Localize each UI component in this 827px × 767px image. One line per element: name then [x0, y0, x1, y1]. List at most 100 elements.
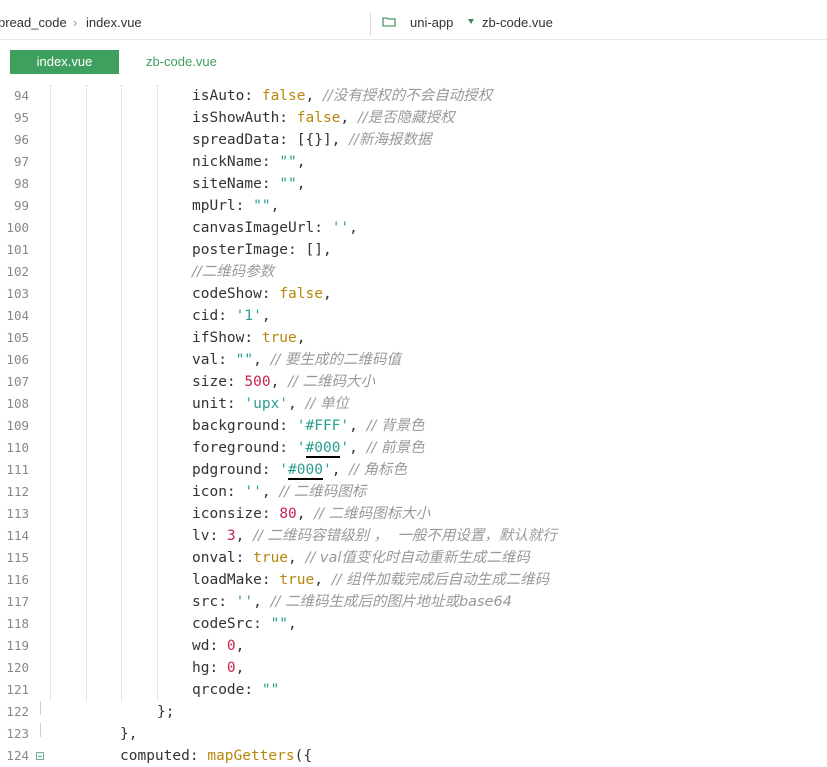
line-number: 117 [6, 594, 29, 609]
code-line[interactable]: 103 codeShow: false, [0, 283, 827, 305]
code-token: , [296, 330, 306, 346]
line-number: 124 [6, 748, 29, 763]
code-token: 'upx' [244, 396, 289, 412]
folder-icon [382, 17, 396, 27]
code-line[interactable]: 115 onval: true, // val值变化时自动重新生成二维码 [0, 547, 827, 569]
code-text: onval: true, // val值变化时自动重新生成二维码 [192, 547, 530, 569]
code-token: src: [192, 594, 236, 610]
code-line[interactable]: 112 icon: '', // 二维码图标 [0, 481, 827, 503]
code-line[interactable]: 104 cid: '1', [0, 305, 827, 327]
code-token: , [296, 506, 315, 522]
code-text: src: '', // 二维码生成后的图片地址或base64 [192, 591, 512, 613]
line-number: 94 [13, 88, 29, 103]
code-line[interactable]: 118 codeSrc: "", [0, 613, 827, 635]
tab-index-vue[interactable]: index.vue [10, 50, 119, 74]
code-token: #000 [305, 440, 341, 458]
dropdown-icon[interactable] [468, 19, 474, 24]
code-line[interactable]: 117 src: '', // 二维码生成后的图片地址或base64 [0, 591, 827, 613]
code-token: 0 [226, 660, 236, 676]
line-number: 118 [6, 616, 29, 631]
code-token: , [235, 528, 254, 544]
code-line[interactable]: 120 hg: 0, [0, 657, 827, 679]
code-editor[interactable]: 94 isAuto: false, //没有授权的不会自动授权 95 isShowAu… [0, 85, 827, 766]
code-line[interactable]: 101 posterImage: [], [0, 239, 827, 261]
code-token: loadMake: [192, 572, 280, 588]
code-line[interactable]: 109 background: '#FFF', // 背景色 [0, 415, 827, 437]
code-token: codeShow: [192, 286, 280, 302]
line-number: 113 [6, 506, 29, 521]
line-number: 98 [13, 176, 29, 191]
breadcrumb-separator: › [73, 15, 78, 30]
code-line[interactable]: 123}, [0, 723, 827, 745]
code-token: , [349, 440, 367, 456]
code-line[interactable]: 107 size: 500, // 二维码大小 [0, 371, 827, 393]
line-number: 99 [13, 198, 29, 213]
code-line[interactable]: 96 spreadData: [{}], //新海报数据 [0, 129, 827, 151]
code-line[interactable]: 100 canvasImageUrl: '', [0, 217, 827, 239]
code-text: posterImage: [], [192, 239, 332, 261]
code-line[interactable]: 105 ifShow: true, [0, 327, 827, 349]
code-token: , [349, 220, 358, 236]
indent-guide [50, 85, 51, 701]
code-text: iconsize: 80, // 二维码图标大小 [192, 503, 430, 525]
code-line[interactable]: 121 qrcode: "" [0, 679, 827, 701]
code-token: ' [279, 462, 289, 478]
line-number: 122 [6, 704, 29, 719]
code-token: }; [157, 704, 175, 720]
code-line[interactable]: 97 nickName: "", [0, 151, 827, 173]
code-token: ' [296, 440, 306, 456]
code-text: cid: '1', [192, 305, 271, 327]
code-line[interactable]: 122}; [0, 701, 827, 723]
code-text: qrcode: "" [192, 679, 279, 701]
line-number: 95 [13, 110, 29, 125]
code-token: , [261, 484, 280, 500]
code-token: nickName: [192, 154, 280, 170]
line-number: 119 [6, 638, 29, 653]
code-token: computed: [120, 748, 208, 764]
code-text: //二维码参数 [192, 261, 274, 283]
tab-zb-code-vue[interactable]: zb-code.vue [128, 50, 235, 74]
code-line[interactable]: 94 isAuto: false, //没有授权的不会自动授权 [0, 85, 827, 107]
breadcrumb-folder[interactable]: pread_code [0, 15, 67, 30]
code-token: , [296, 154, 306, 170]
code-token: ' [340, 440, 350, 456]
code-line[interactable]: 113 iconsize: 80, // 二维码图标大小 [0, 503, 827, 525]
breadcrumb-file[interactable]: index.vue [86, 15, 142, 30]
line-number: 104 [6, 308, 29, 323]
code-line[interactable]: 114 lv: 3, // 二维码容错级别 ， 一般不用设置，默认就行 [0, 525, 827, 547]
code-token: unit: [192, 396, 245, 412]
code-token: // 二维码大小 [288, 374, 375, 390]
code-line[interactable]: 95 isShowAuth: false, //是否隐藏授权 [0, 107, 827, 129]
code-text: nickName: "", [192, 151, 306, 173]
code-line[interactable]: 106 val: "", // 要生成的二维码值 [0, 349, 827, 371]
code-token: 80 [279, 506, 297, 522]
code-line[interactable]: 111 pdground: '#000', // 角标色 [0, 459, 827, 481]
code-line[interactable]: 108 unit: 'upx', // 单位 [0, 393, 827, 415]
code-token: siteName: [192, 176, 280, 192]
code-line[interactable]: 99 mpUrl: "", [0, 195, 827, 217]
code-token: lv: [192, 528, 227, 544]
code-token: "" [253, 198, 271, 214]
code-token: qrcode: [192, 682, 262, 698]
code-line[interactable]: 98 siteName: "", [0, 173, 827, 195]
indent-guide [121, 85, 122, 701]
code-line[interactable]: 124 computed: mapGetters({ [0, 745, 827, 767]
code-line[interactable]: 116 loadMake: true, // 组件加载完成后自动生成二维码 [0, 569, 827, 591]
code-text: lv: 3, // 二维码容错级别 ， 一般不用设置，默认就行 [192, 525, 557, 547]
breadcrumb-file-right[interactable]: zb-code.vue [482, 15, 553, 30]
code-token: , [270, 198, 280, 214]
code-line[interactable]: 102 //二维码参数 [0, 261, 827, 283]
code-token: foreground: [192, 440, 297, 456]
project-name[interactable]: uni-app [410, 15, 453, 30]
code-text: ifShow: true, [192, 327, 306, 349]
code-token: //是否隐藏授权 [357, 110, 455, 126]
fold-toggle-icon[interactable] [36, 752, 44, 760]
line-number: 100 [6, 220, 29, 235]
code-line[interactable]: 119 wd: 0, [0, 635, 827, 657]
line-number: 96 [13, 132, 29, 147]
line-number: 102 [6, 264, 29, 279]
code-line[interactable]: 110 foreground: '#000', // 前景色 [0, 437, 827, 459]
code-text: background: '#FFF', // 背景色 [192, 415, 425, 437]
code-token: , [253, 352, 271, 368]
line-number: 111 [6, 462, 29, 477]
